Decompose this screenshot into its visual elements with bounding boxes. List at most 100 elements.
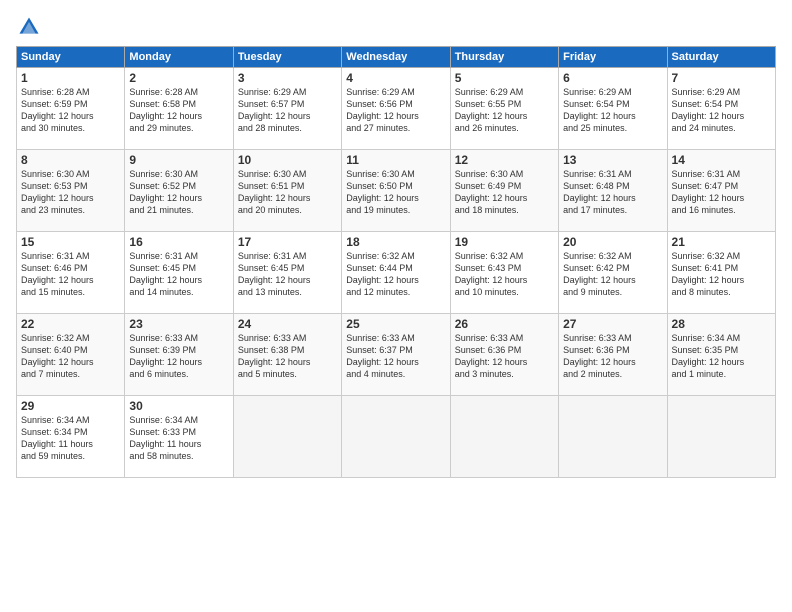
day-info: Sunrise: 6:32 AMSunset: 6:42 PMDaylight:… [563,250,662,299]
day-number: 13 [563,153,662,167]
weekday-header-thursday: Thursday [450,47,558,68]
day-number: 17 [238,235,337,249]
day-number: 6 [563,71,662,85]
calendar-cell: 24 Sunrise: 6:33 AMSunset: 6:38 PMDaylig… [233,314,341,396]
logo [16,16,44,38]
calendar-cell [233,396,341,478]
day-number: 25 [346,317,445,331]
day-info: Sunrise: 6:32 AMSunset: 6:41 PMDaylight:… [672,250,771,299]
calendar-table: SundayMondayTuesdayWednesdayThursdayFrid… [16,46,776,478]
weekday-header-friday: Friday [559,47,667,68]
calendar-cell: 5 Sunrise: 6:29 AMSunset: 6:55 PMDayligh… [450,68,558,150]
calendar-cell: 10 Sunrise: 6:30 AMSunset: 6:51 PMDaylig… [233,150,341,232]
day-info: Sunrise: 6:34 AMSunset: 6:35 PMDaylight:… [672,332,771,381]
day-info: Sunrise: 6:28 AMSunset: 6:59 PMDaylight:… [21,86,120,135]
day-number: 28 [672,317,771,331]
calendar-cell: 23 Sunrise: 6:33 AMSunset: 6:39 PMDaylig… [125,314,233,396]
weekday-header-sunday: Sunday [17,47,125,68]
day-number: 4 [346,71,445,85]
day-number: 18 [346,235,445,249]
calendar-cell: 7 Sunrise: 6:29 AMSunset: 6:54 PMDayligh… [667,68,775,150]
day-info: Sunrise: 6:32 AMSunset: 6:40 PMDaylight:… [21,332,120,381]
calendar-cell: 30 Sunrise: 6:34 AMSunset: 6:33 PMDaylig… [125,396,233,478]
day-number: 10 [238,153,337,167]
calendar-cell: 12 Sunrise: 6:30 AMSunset: 6:49 PMDaylig… [450,150,558,232]
calendar-cell [342,396,450,478]
day-info: Sunrise: 6:33 AMSunset: 6:36 PMDaylight:… [455,332,554,381]
weekday-header-saturday: Saturday [667,47,775,68]
logo-icon [18,16,40,38]
day-info: Sunrise: 6:31 AMSunset: 6:46 PMDaylight:… [21,250,120,299]
calendar-cell: 13 Sunrise: 6:31 AMSunset: 6:48 PMDaylig… [559,150,667,232]
day-number: 29 [21,399,120,413]
day-number: 26 [455,317,554,331]
calendar-cell: 15 Sunrise: 6:31 AMSunset: 6:46 PMDaylig… [17,232,125,314]
day-number: 1 [21,71,120,85]
calendar-week-row: 22 Sunrise: 6:32 AMSunset: 6:40 PMDaylig… [17,314,776,396]
day-number: 22 [21,317,120,331]
calendar-cell: 26 Sunrise: 6:33 AMSunset: 6:36 PMDaylig… [450,314,558,396]
day-info: Sunrise: 6:29 AMSunset: 6:55 PMDaylight:… [455,86,554,135]
calendar-cell [559,396,667,478]
day-number: 23 [129,317,228,331]
calendar-cell: 27 Sunrise: 6:33 AMSunset: 6:36 PMDaylig… [559,314,667,396]
header [16,16,776,38]
calendar-cell: 22 Sunrise: 6:32 AMSunset: 6:40 PMDaylig… [17,314,125,396]
day-info: Sunrise: 6:32 AMSunset: 6:43 PMDaylight:… [455,250,554,299]
day-info: Sunrise: 6:30 AMSunset: 6:53 PMDaylight:… [21,168,120,217]
calendar-cell: 8 Sunrise: 6:30 AMSunset: 6:53 PMDayligh… [17,150,125,232]
day-info: Sunrise: 6:29 AMSunset: 6:57 PMDaylight:… [238,86,337,135]
day-info: Sunrise: 6:34 AMSunset: 6:34 PMDaylight:… [21,414,120,463]
calendar-cell: 25 Sunrise: 6:33 AMSunset: 6:37 PMDaylig… [342,314,450,396]
day-number: 2 [129,71,228,85]
calendar-cell: 9 Sunrise: 6:30 AMSunset: 6:52 PMDayligh… [125,150,233,232]
calendar-cell: 1 Sunrise: 6:28 AMSunset: 6:59 PMDayligh… [17,68,125,150]
calendar-cell: 17 Sunrise: 6:31 AMSunset: 6:45 PMDaylig… [233,232,341,314]
day-info: Sunrise: 6:33 AMSunset: 6:39 PMDaylight:… [129,332,228,381]
calendar-cell: 28 Sunrise: 6:34 AMSunset: 6:35 PMDaylig… [667,314,775,396]
calendar-cell: 2 Sunrise: 6:28 AMSunset: 6:58 PMDayligh… [125,68,233,150]
calendar-cell: 14 Sunrise: 6:31 AMSunset: 6:47 PMDaylig… [667,150,775,232]
day-info: Sunrise: 6:31 AMSunset: 6:48 PMDaylight:… [563,168,662,217]
calendar-cell [667,396,775,478]
calendar-cell: 19 Sunrise: 6:32 AMSunset: 6:43 PMDaylig… [450,232,558,314]
day-info: Sunrise: 6:33 AMSunset: 6:36 PMDaylight:… [563,332,662,381]
calendar-cell: 6 Sunrise: 6:29 AMSunset: 6:54 PMDayligh… [559,68,667,150]
calendar-cell: 4 Sunrise: 6:29 AMSunset: 6:56 PMDayligh… [342,68,450,150]
day-number: 11 [346,153,445,167]
day-info: Sunrise: 6:29 AMSunset: 6:54 PMDaylight:… [563,86,662,135]
day-info: Sunrise: 6:30 AMSunset: 6:51 PMDaylight:… [238,168,337,217]
calendar-cell: 11 Sunrise: 6:30 AMSunset: 6:50 PMDaylig… [342,150,450,232]
day-number: 20 [563,235,662,249]
day-number: 30 [129,399,228,413]
day-info: Sunrise: 6:29 AMSunset: 6:54 PMDaylight:… [672,86,771,135]
day-info: Sunrise: 6:30 AMSunset: 6:52 PMDaylight:… [129,168,228,217]
day-number: 3 [238,71,337,85]
page: SundayMondayTuesdayWednesdayThursdayFrid… [0,0,792,612]
day-number: 27 [563,317,662,331]
calendar-week-row: 29 Sunrise: 6:34 AMSunset: 6:34 PMDaylig… [17,396,776,478]
day-info: Sunrise: 6:28 AMSunset: 6:58 PMDaylight:… [129,86,228,135]
calendar-cell [450,396,558,478]
day-info: Sunrise: 6:29 AMSunset: 6:56 PMDaylight:… [346,86,445,135]
day-number: 16 [129,235,228,249]
day-info: Sunrise: 6:32 AMSunset: 6:44 PMDaylight:… [346,250,445,299]
day-number: 24 [238,317,337,331]
calendar-cell: 20 Sunrise: 6:32 AMSunset: 6:42 PMDaylig… [559,232,667,314]
calendar-week-row: 15 Sunrise: 6:31 AMSunset: 6:46 PMDaylig… [17,232,776,314]
calendar-cell: 21 Sunrise: 6:32 AMSunset: 6:41 PMDaylig… [667,232,775,314]
day-number: 9 [129,153,228,167]
day-info: Sunrise: 6:31 AMSunset: 6:45 PMDaylight:… [238,250,337,299]
weekday-header-row: SundayMondayTuesdayWednesdayThursdayFrid… [17,47,776,68]
calendar-week-row: 8 Sunrise: 6:30 AMSunset: 6:53 PMDayligh… [17,150,776,232]
weekday-header-monday: Monday [125,47,233,68]
day-info: Sunrise: 6:30 AMSunset: 6:49 PMDaylight:… [455,168,554,217]
day-info: Sunrise: 6:34 AMSunset: 6:33 PMDaylight:… [129,414,228,463]
day-info: Sunrise: 6:33 AMSunset: 6:37 PMDaylight:… [346,332,445,381]
weekday-header-tuesday: Tuesday [233,47,341,68]
day-number: 19 [455,235,554,249]
day-number: 14 [672,153,771,167]
calendar-week-row: 1 Sunrise: 6:28 AMSunset: 6:59 PMDayligh… [17,68,776,150]
day-info: Sunrise: 6:30 AMSunset: 6:50 PMDaylight:… [346,168,445,217]
day-number: 5 [455,71,554,85]
